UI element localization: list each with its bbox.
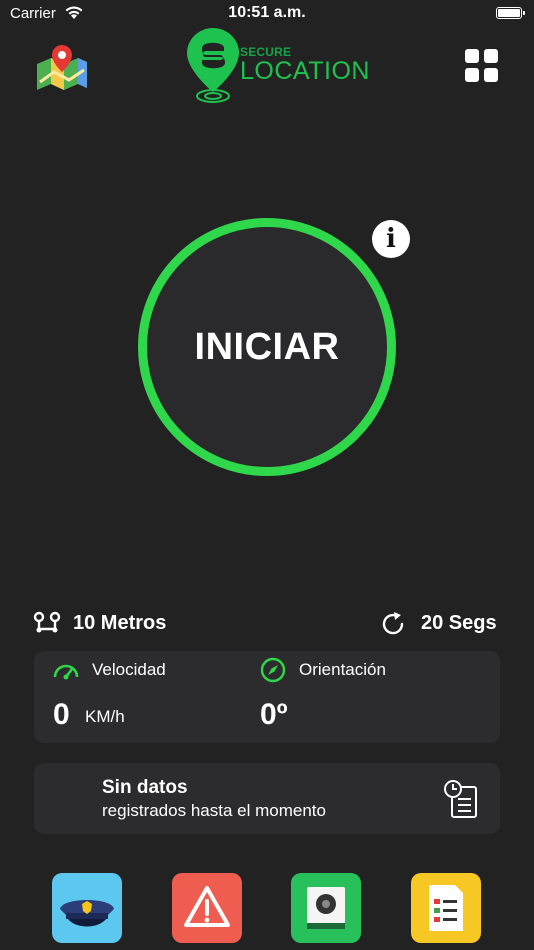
interval-setting[interactable]: 20 Segs <box>421 612 497 635</box>
logo-text-location: LOCATION <box>240 57 370 85</box>
history-clipboard-icon[interactable] <box>443 779 479 819</box>
speed-value: 0 <box>53 698 70 731</box>
camera-button[interactable] <box>291 873 361 943</box>
heading-label: Orientación <box>299 660 386 679</box>
records-title: Sin datos <box>102 777 188 798</box>
police-cap-button[interactable] <box>52 873 122 943</box>
refresh-icon[interactable] <box>380 611 406 637</box>
records-subtitle: registrados hasta el momento <box>102 801 326 820</box>
police-cap-icon <box>60 900 114 927</box>
speed-unit: KM/h <box>85 707 125 726</box>
speedometer-icon <box>53 664 79 680</box>
speed-label: Velocidad <box>92 660 166 679</box>
status-time: 10:51 a.m. <box>228 4 306 21</box>
checklist-button[interactable] <box>411 873 481 943</box>
checklist-icon <box>429 885 463 931</box>
compass-icon <box>260 657 286 683</box>
info-icon[interactable]: i <box>372 220 410 258</box>
grid-menu-icon[interactable] <box>465 49 499 83</box>
start-button[interactable]: INICIAR <box>138 218 396 476</box>
map-pin-icon[interactable] <box>34 42 90 92</box>
start-button-label: INICIAR <box>194 325 340 368</box>
warning-icon <box>184 886 230 927</box>
heading-value: 0º <box>260 698 288 731</box>
distance-setting[interactable]: 10 Metros <box>73 612 166 635</box>
route-distance-icon[interactable] <box>33 611 61 635</box>
battery-icon <box>496 7 525 19</box>
camera-icon <box>307 887 345 929</box>
alert-button[interactable] <box>172 873 242 943</box>
